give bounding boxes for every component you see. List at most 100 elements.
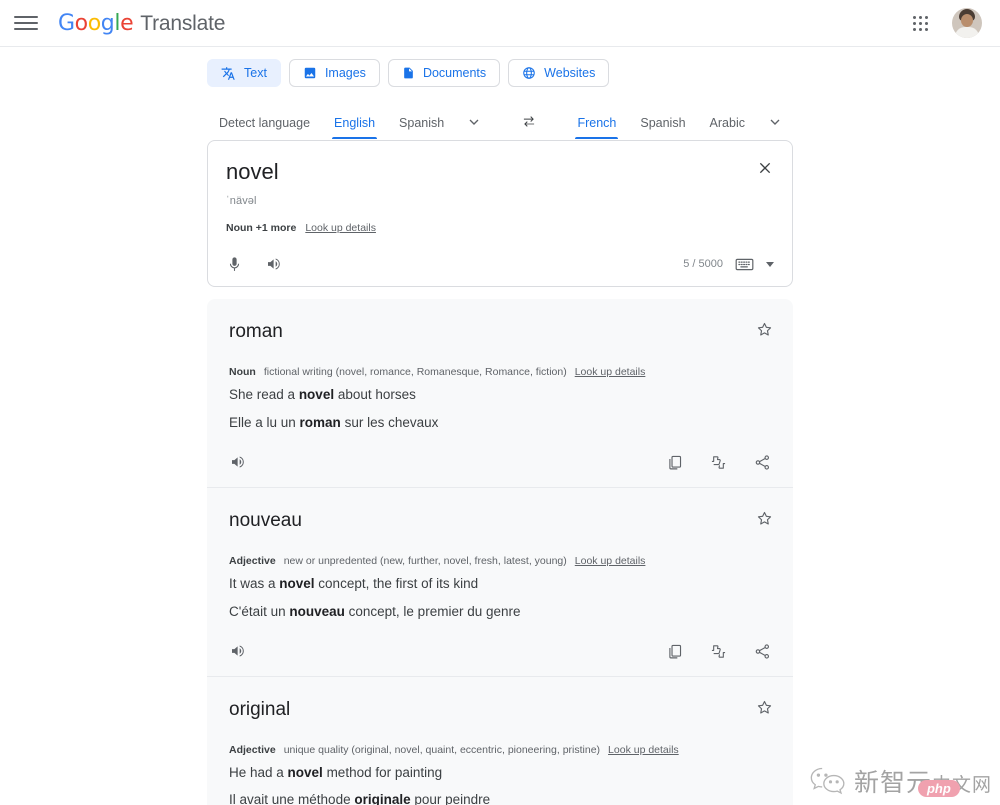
- save-translation-button[interactable]: [756, 699, 773, 721]
- star-outline-icon: [757, 700, 772, 714]
- translation-card: roman Noun fictional writing (novel, rom…: [207, 299, 793, 488]
- example-target-pre: C'était un: [229, 603, 290, 619]
- swap-languages-button[interactable]: [506, 107, 552, 137]
- translation-card-footer: [229, 626, 771, 676]
- keyboard-options-chevron-down-icon[interactable]: [766, 261, 774, 267]
- microphone-icon: [229, 257, 240, 271]
- example-source-sentence: She read a novel about horses: [229, 385, 771, 406]
- copy-translation-button[interactable]: [666, 643, 683, 660]
- thumbs-up-down-icon: [711, 644, 726, 658]
- translation-word: nouveau: [229, 510, 302, 532]
- brand[interactable]: Google Translate: [58, 11, 225, 36]
- translation-meta: Adjective unique quality (original, nove…: [229, 744, 771, 756]
- translation-listen-button[interactable]: [229, 642, 247, 660]
- source-lang-english[interactable]: English: [322, 107, 387, 139]
- google-logo: Google: [58, 10, 134, 36]
- source-lang-detect[interactable]: Detect language: [207, 107, 322, 138]
- apps-grid-icon[interactable]: [907, 10, 934, 37]
- translation-lookup-details-link[interactable]: Look up details: [575, 366, 646, 378]
- example-target-sentence: C'était un nouveau concept, le premier d…: [229, 602, 771, 623]
- logo-letter: g: [100, 10, 115, 36]
- translation-lookup-details-link[interactable]: Look up details: [608, 744, 679, 756]
- example-source-pre: It was a: [229, 576, 280, 592]
- example-source-highlight: novel: [279, 576, 315, 592]
- logo-letter: o: [87, 10, 101, 36]
- rate-translation-button[interactable]: [709, 454, 728, 471]
- tab-text[interactable]: Text: [207, 59, 281, 87]
- share-translation-button[interactable]: [754, 643, 771, 660]
- character-counter: 5 / 5000: [683, 258, 723, 271]
- save-translation-button[interactable]: [756, 510, 773, 532]
- source-text-card[interactable]: novel ˈnävəl Noun +1 more Look up detail…: [207, 140, 793, 288]
- hamburger-menu-icon[interactable]: [14, 11, 38, 35]
- content-column: Text Images Documents Websites Detect la…: [207, 59, 793, 805]
- logo-letter: e: [120, 10, 134, 36]
- example-target-highlight: originale: [354, 792, 411, 805]
- rate-translation-button[interactable]: [709, 643, 728, 660]
- clear-text-button[interactable]: [754, 157, 776, 179]
- target-lang-spanish[interactable]: Spanish: [628, 107, 697, 138]
- copy-translation-button[interactable]: [666, 454, 683, 471]
- app-header: Google Translate: [0, 0, 1000, 47]
- example-source-pre: He had a: [229, 764, 288, 780]
- translation-lookup-details-link[interactable]: Look up details: [575, 555, 646, 567]
- source-lang-spanish[interactable]: Spanish: [387, 107, 456, 138]
- example-source-highlight: novel: [298, 387, 335, 403]
- logo-letter: o: [74, 10, 88, 36]
- source-lang-more-button[interactable]: [456, 106, 492, 139]
- source-listen-button[interactable]: [265, 255, 283, 273]
- microphone-button[interactable]: [226, 256, 243, 273]
- translation-results: roman Noun fictional writing (novel, rom…: [207, 299, 793, 805]
- speaker-icon: [268, 258, 280, 270]
- translation-word: original: [229, 699, 291, 721]
- example-target-post: concept, le premier du genre: [344, 603, 521, 619]
- example-source-post: method for painting: [322, 764, 443, 780]
- target-language-group: French Spanish Arabic: [565, 106, 793, 139]
- example-source-post: about horses: [334, 387, 416, 403]
- tab-websites[interactable]: Websites: [508, 59, 610, 87]
- logo-letter: G: [58, 10, 75, 36]
- speaker-icon: [232, 645, 244, 657]
- tab-documents[interactable]: Documents: [387, 59, 501, 87]
- example-target-sentence: Elle a lu un roman sur les chevaux: [229, 413, 771, 434]
- source-card-footer: 5 / 5000: [226, 242, 774, 286]
- translation-actions: [666, 454, 771, 471]
- translation-definition: unique quality (original, novel, quaint,…: [283, 743, 601, 756]
- keyboard-button[interactable]: [735, 257, 754, 272]
- example-source-highlight: novel: [287, 764, 323, 780]
- source-input-tools: [226, 255, 283, 273]
- translation-actions: [666, 643, 771, 660]
- image-icon: [304, 67, 316, 79]
- example-source-pre: She read a: [229, 387, 299, 403]
- language-bar: Detect language English Spanish French S…: [207, 104, 793, 140]
- speaker-icon: [232, 456, 244, 468]
- translation-word: roman: [229, 321, 283, 343]
- tab-images[interactable]: Images: [288, 59, 380, 87]
- star-outline-icon: [757, 512, 772, 525]
- source-lookup-details-link[interactable]: Look up details: [305, 222, 376, 234]
- example-source-post: concept, the first of its kind: [314, 576, 479, 592]
- example-source-sentence: It was a novel concept, the first of its…: [229, 574, 771, 595]
- translation-card: original Adjective unique quality (origi…: [207, 676, 793, 805]
- main-content: Text Images Documents Websites Detect la…: [0, 47, 1000, 805]
- source-part-of-speech: Noun +1 more: [226, 222, 297, 235]
- account-avatar[interactable]: [952, 8, 982, 38]
- share-translation-button[interactable]: [754, 454, 771, 471]
- translation-listen-button[interactable]: [229, 453, 247, 471]
- save-translation-button[interactable]: [756, 321, 773, 343]
- target-lang-arabic[interactable]: Arabic: [698, 107, 757, 138]
- document-icon: [404, 67, 413, 79]
- target-lang-french[interactable]: French: [565, 107, 628, 139]
- chevron-down-icon: [469, 119, 479, 125]
- example-source-sentence: He had a novel method for painting: [229, 763, 771, 784]
- source-language-group: Detect language English Spanish: [207, 106, 492, 139]
- translation-meta: Adjective new or unpredented (new, furth…: [229, 555, 771, 567]
- source-footer-right: 5 / 5000: [683, 257, 774, 272]
- example-target-pre: Il avait une méthode: [229, 792, 355, 805]
- target-lang-more-button[interactable]: [757, 106, 793, 139]
- translation-meta: Noun fictional writing (novel, romance, …: [229, 366, 771, 378]
- copy-icon: [669, 455, 682, 470]
- keyboard-icon: [735, 258, 754, 271]
- translation-definition: fictional writing (novel, romance, Roman…: [263, 366, 567, 379]
- source-text[interactable]: novel: [226, 159, 774, 185]
